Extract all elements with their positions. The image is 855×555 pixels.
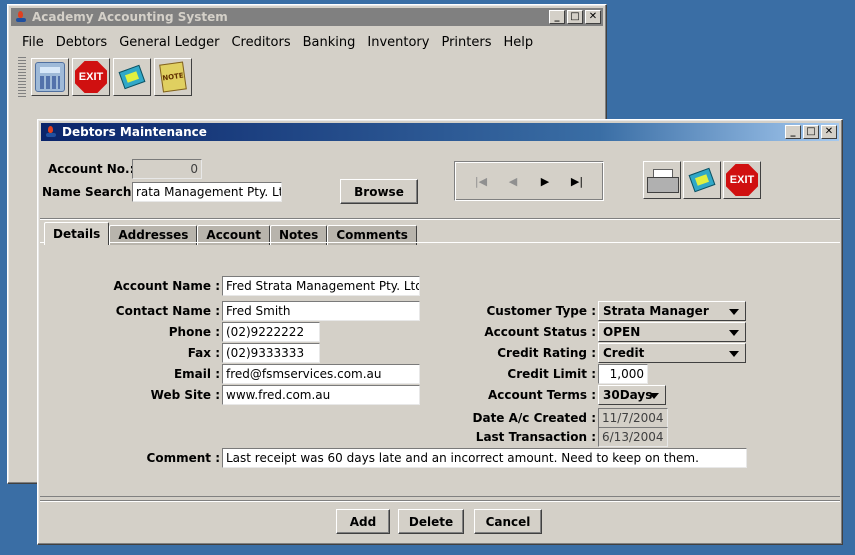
chevron-down-icon (649, 393, 659, 399)
book-icon (118, 64, 146, 90)
record-navigator: |◀ ◀ ▶ ▶| (454, 161, 604, 201)
toolbar-grip[interactable] (18, 57, 26, 97)
account-terms-label: Account Terms : (487, 388, 596, 402)
fax-field[interactable]: (02)9333333 (222, 343, 320, 363)
customer-type-value: Strata Manager (603, 304, 709, 318)
dialog-title: Debtors Maintenance (62, 125, 207, 139)
website-label: Web Site : (150, 388, 220, 402)
footer-separator (40, 500, 840, 502)
credit-rating-value: Credit (603, 346, 645, 360)
last-transaction-label: Last Transaction : (475, 430, 596, 444)
close-button[interactable]: ✕ (821, 125, 837, 139)
credit-limit-field[interactable]: 1,000 (598, 364, 648, 384)
last-transaction-field: 6/13/2004 (598, 427, 668, 447)
book-icon (688, 167, 716, 193)
menu-debtors[interactable]: Debtors (50, 33, 113, 53)
minimize-button[interactable]: _ (785, 125, 801, 139)
print-button[interactable] (643, 161, 681, 199)
menu-general-ledger[interactable]: General Ledger (113, 33, 225, 53)
fax-label: Fax : (187, 346, 220, 360)
exit-toolbar-button[interactable]: EXIT (72, 58, 110, 96)
chevron-down-icon (729, 351, 739, 357)
menu-creditors[interactable]: Creditors (225, 33, 296, 53)
date-created-field: 11/7/2004 (598, 408, 668, 428)
main-toolbar: EXIT NOTE (18, 57, 192, 97)
dialog-titlebar[interactable]: Debtors Maintenance _ □ ✕ (41, 123, 839, 141)
account-name-field[interactable]: Fred Strata Management Pty. Ltd. (222, 276, 420, 296)
header-separator (40, 218, 840, 220)
note-icon: NOTE (159, 61, 187, 93)
account-name-label: Account Name : (113, 279, 220, 293)
menu-bar: File Debtors General Ledger Creditors Ba… (16, 33, 539, 53)
minimize-button[interactable]: _ (549, 10, 565, 24)
first-record-button[interactable]: |◀ (467, 175, 495, 188)
customer-type-label: Customer Type : (486, 304, 597, 318)
maximize-button[interactable]: □ (567, 10, 583, 24)
phone-field[interactable]: (02)9222222 (222, 322, 320, 342)
java-cup-icon (15, 11, 27, 23)
phone-label: Phone : (168, 325, 220, 339)
menu-printers[interactable]: Printers (435, 33, 497, 53)
email-label: Email : (173, 367, 220, 381)
next-record-button[interactable]: ▶ (531, 175, 559, 188)
credit-rating-select[interactable]: Credit (598, 343, 746, 363)
last-record-button[interactable]: ▶| (563, 175, 591, 188)
credit-rating-label: Credit Rating : (497, 346, 596, 360)
add-button[interactable]: Add (336, 509, 390, 534)
cancel-button[interactable]: Cancel (474, 509, 542, 534)
debtors-maintenance-window: Debtors Maintenance _ □ ✕ Account No.: 0… (37, 119, 843, 545)
comment-field[interactable]: Last receipt was 60 days late and an inc… (222, 448, 747, 468)
contact-name-field[interactable]: Fred Smith (222, 301, 420, 321)
chevron-down-icon (729, 330, 739, 336)
name-search-label: Name Search : (42, 185, 141, 199)
exit-icon: EXIT (75, 61, 107, 93)
menu-file[interactable]: File (16, 33, 50, 53)
prev-record-button[interactable]: ◀ (499, 175, 527, 188)
calculator-icon (35, 62, 65, 92)
exit-icon: EXIT (726, 164, 758, 196)
account-status-label: Account Status : (484, 325, 596, 339)
account-status-select[interactable]: OPEN (598, 322, 746, 342)
menu-help[interactable]: Help (498, 33, 540, 53)
date-created-label: Date A/c Created : (472, 411, 596, 425)
calculator-button[interactable] (31, 58, 69, 96)
email-field[interactable]: fred@fsmservices.com.au (222, 364, 420, 384)
exit-button[interactable]: EXIT (723, 161, 761, 199)
name-search-input[interactable]: rata Management Pty. Ltd. (132, 182, 282, 202)
notes-button[interactable]: NOTE (154, 58, 192, 96)
contact-name-label: Contact Name : (115, 304, 220, 318)
browse-button[interactable]: Browse (340, 179, 418, 204)
account-terms-select[interactable]: 30Days (598, 385, 666, 405)
comment-label: Comment : (146, 451, 220, 465)
help-book-button[interactable] (683, 161, 721, 199)
close-button[interactable]: ✕ (585, 10, 601, 24)
chevron-down-icon (729, 309, 739, 315)
credit-limit-label: Credit Limit : (507, 367, 596, 381)
menu-banking[interactable]: Banking (297, 33, 362, 53)
main-window-title: Academy Accounting System (32, 10, 228, 24)
delete-button[interactable]: Delete (398, 509, 464, 534)
printer-icon (647, 169, 679, 193)
menu-inventory[interactable]: Inventory (361, 33, 435, 53)
website-field[interactable]: www.fred.com.au (222, 385, 420, 405)
tab-details[interactable]: Details (44, 222, 110, 245)
maximize-button[interactable]: □ (803, 125, 819, 139)
customer-type-select[interactable]: Strata Manager (598, 301, 746, 321)
account-terms-value: 30Days (603, 388, 653, 402)
account-no-label: Account No.: (48, 162, 135, 176)
java-cup-icon (45, 126, 57, 138)
account-no-field: 0 (132, 159, 202, 179)
account-status-value: OPEN (603, 325, 641, 339)
help-book-button[interactable] (113, 58, 151, 96)
main-titlebar[interactable]: Academy Accounting System _ □ ✕ (11, 8, 603, 26)
